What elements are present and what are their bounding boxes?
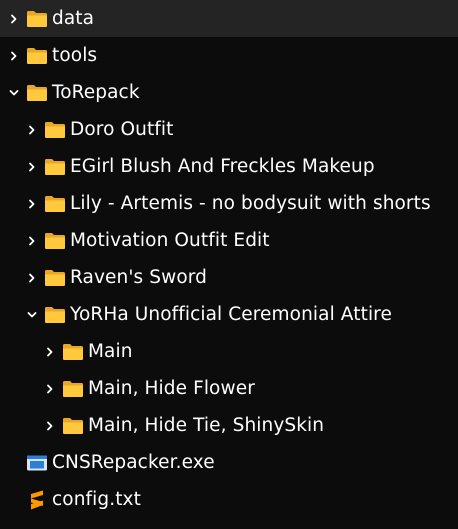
sublime-text-icon (26, 490, 48, 509)
tree-item[interactable]: Main, Hide Flower (0, 370, 458, 407)
chevron-right-icon[interactable] (26, 197, 38, 211)
tree-item-label: tools (52, 45, 98, 66)
chevron-down-icon[interactable] (26, 308, 38, 322)
tree-item-label: Lily - Artemis - no bodysuit with shorts (70, 193, 431, 214)
tree-item[interactable]: tools (0, 37, 458, 74)
folder-icon (44, 195, 66, 213)
folder-icon (62, 380, 84, 398)
tree-item-label: Main (88, 341, 133, 362)
chevron-right-icon[interactable] (44, 345, 56, 359)
tree-item[interactable]: config.txt (0, 481, 458, 518)
folder-icon (62, 417, 84, 435)
tree-item-label: config.txt (52, 489, 141, 510)
folder-icon (44, 121, 66, 139)
tree-item[interactable]: YoRHa Unofficial Ceremonial Attire (0, 296, 458, 333)
tree-item[interactable]: Raven's Sword (0, 259, 458, 296)
chevron-right-icon[interactable] (26, 160, 38, 174)
tree-item[interactable]: ToRepack (0, 74, 458, 111)
folder-icon (44, 306, 66, 324)
chevron-right-icon[interactable] (26, 271, 38, 285)
folder-icon (44, 269, 66, 287)
tree-item-label: ToRepack (52, 82, 140, 103)
exe-icon (26, 454, 48, 472)
tree-item-label: data (52, 8, 95, 29)
folder-icon (62, 343, 84, 361)
folder-icon (26, 10, 48, 28)
chevron-right-icon[interactable] (44, 382, 56, 396)
tree-item[interactable]: EGirl Blush And Freckles Makeup (0, 148, 458, 185)
tree-item[interactable]: Main (0, 333, 458, 370)
tree-item-label: Main, Hide Flower (88, 378, 255, 399)
tree-item-label: EGirl Blush And Freckles Makeup (70, 156, 375, 177)
folder-icon (26, 47, 48, 65)
chevron-right-icon[interactable] (44, 419, 56, 433)
chevron-right-icon[interactable] (8, 49, 20, 63)
folder-icon (44, 232, 66, 250)
folder-icon (26, 84, 48, 102)
folder-icon (44, 158, 66, 176)
file-tree: data tools ToRepack Doro Outfit EGirl Blush … (0, 0, 458, 529)
chevron-down-icon[interactable] (8, 86, 20, 100)
chevron-right-icon[interactable] (26, 234, 38, 248)
tree-item-label: Motivation Outfit Edit (70, 230, 270, 251)
chevron-right-icon[interactable] (26, 123, 38, 137)
tree-item[interactable]: Doro Outfit (0, 111, 458, 148)
chevron-right-icon[interactable] (8, 12, 20, 26)
tree-item[interactable]: data (0, 0, 458, 37)
tree-item-label: CNSRepacker.exe (52, 452, 215, 473)
tree-item-label: Main, Hide Tie, ShinySkin (88, 415, 325, 436)
tree-item[interactable]: Lily - Artemis - no bodysuit with shorts (0, 185, 458, 222)
tree-item-label: YoRHa Unofficial Ceremonial Attire (70, 304, 392, 325)
tree-item-label: Doro Outfit (70, 119, 174, 140)
tree-item-label: Raven's Sword (70, 267, 207, 288)
tree-item[interactable]: Motivation Outfit Edit (0, 222, 458, 259)
tree-item[interactable]: CNSRepacker.exe (0, 444, 458, 481)
tree-item[interactable]: Main, Hide Tie, ShinySkin (0, 407, 458, 444)
